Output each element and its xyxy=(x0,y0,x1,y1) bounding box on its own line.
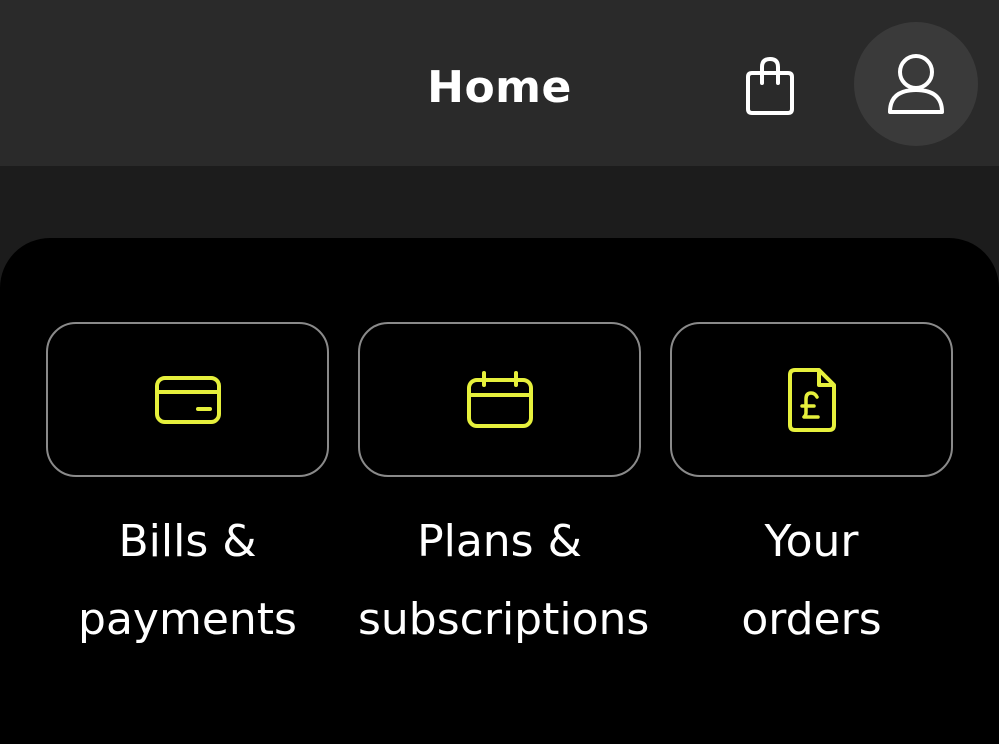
tile-your-orders-label: Your orders xyxy=(741,516,882,645)
account-button[interactable] xyxy=(854,22,978,146)
tile-bills-payments-button[interactable] xyxy=(46,322,329,477)
top-app-bar: Home xyxy=(0,0,999,166)
tile-plans-subscriptions-label: Plans & subscriptions xyxy=(358,516,650,645)
header-spacer xyxy=(0,166,999,246)
tile-plans-subscriptions[interactable]: Plans & subscriptions xyxy=(358,322,650,659)
page-title: Home xyxy=(427,62,572,113)
credit-card-icon xyxy=(154,375,221,424)
pound-document-icon xyxy=(787,367,836,432)
tile-your-orders-button[interactable] xyxy=(670,322,953,477)
tile-bills-payments[interactable]: Bills & payments xyxy=(46,322,329,659)
tile-your-orders[interactable]: Your orders xyxy=(670,322,953,659)
calendar-icon xyxy=(466,370,533,428)
bag-button[interactable] xyxy=(738,52,802,120)
tile-bills-payments-label: Bills & payments xyxy=(78,516,297,645)
tile-plans-subscriptions-button[interactable] xyxy=(358,322,641,477)
shopping-bag-icon xyxy=(746,56,794,115)
app-screen: Home Bills & payments Plans & subscripti… xyxy=(0,0,999,744)
user-icon xyxy=(888,54,944,114)
